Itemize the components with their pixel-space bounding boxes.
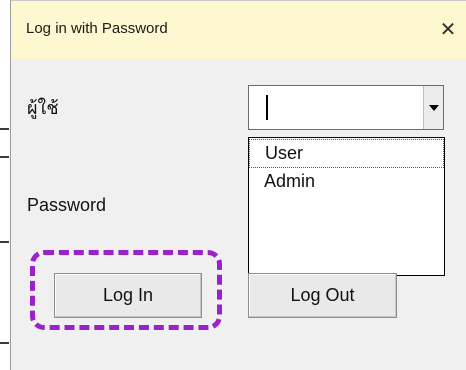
user-label: ผู้ใช้ — [27, 98, 59, 119]
dialog-title: Log in with Password — [26, 20, 168, 37]
dialog-titlebar[interactable]: Log in with Password ✕ — [11, 1, 466, 59]
login-dialog: Log in with Password ✕ ผู้ใช้ User Admin… — [10, 0, 466, 370]
sheet-gridline — [0, 241, 9, 243]
dropdown-option-user[interactable]: User — [249, 139, 444, 168]
background-sheet-edge — [0, 0, 10, 370]
logout-button[interactable]: Log Out — [248, 273, 397, 318]
text-caret — [266, 95, 268, 120]
sheet-gridline — [0, 128, 9, 130]
dropdown-option-admin[interactable]: Admin — [249, 168, 444, 197]
sheet-gridline — [0, 156, 9, 158]
close-icon[interactable]: ✕ — [429, 7, 466, 51]
password-label: Password — [27, 195, 107, 215]
login-button[interactable]: Log In — [54, 273, 202, 318]
dropdown-button[interactable] — [423, 86, 443, 129]
sheet-gridline — [0, 342, 9, 344]
user-dropdown-list: User Admin — [248, 137, 445, 276]
user-combobox[interactable] — [248, 85, 444, 130]
chevron-down-icon — [428, 104, 439, 111]
